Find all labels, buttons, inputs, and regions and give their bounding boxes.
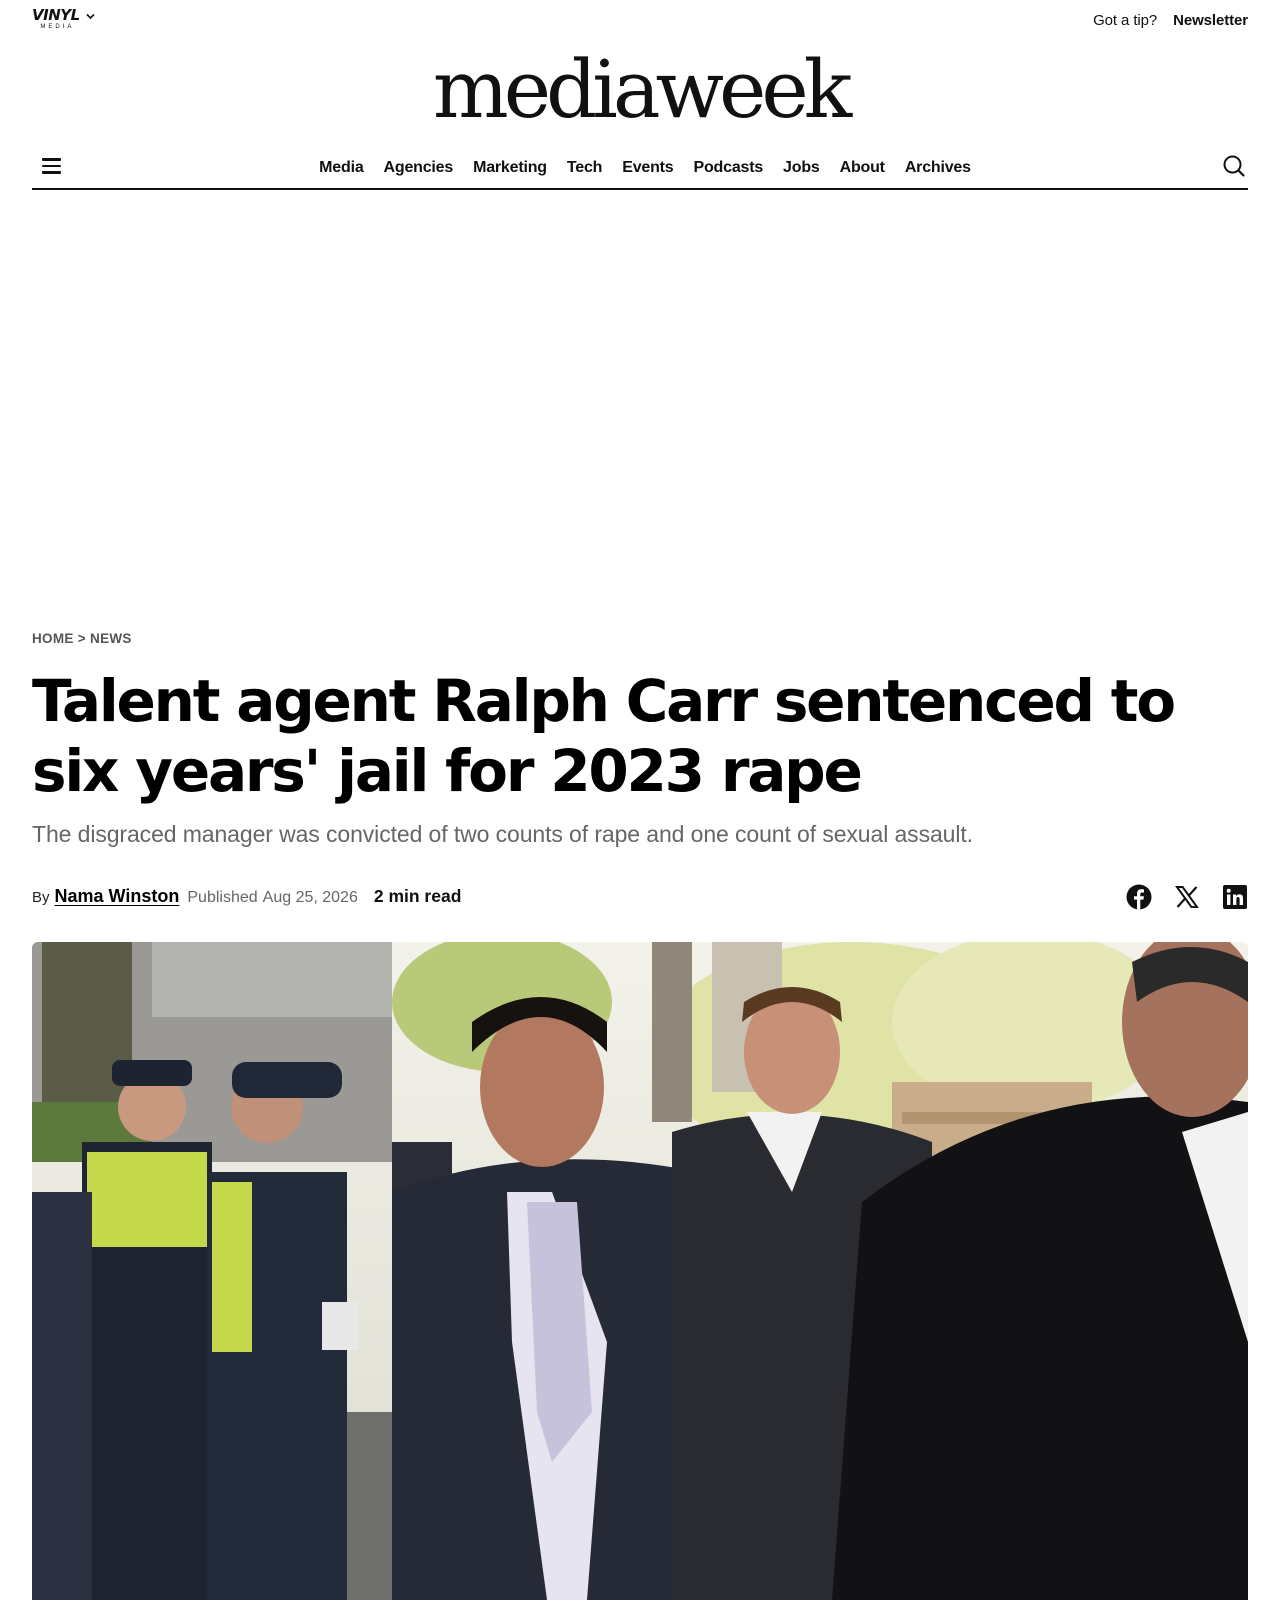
search-icon[interactable] [1222,154,1246,178]
byline-prefix: By [32,889,50,906]
article-byline: By Nama Winston Published Aug 25, 2026 2… [32,886,461,907]
advertisement-slot [32,192,1248,612]
breadcrumb: HOME > NEWS [32,631,132,646]
nav-item-events[interactable]: Events [622,159,673,177]
nav-item-tech[interactable]: Tech [567,159,603,177]
nav-item-marketing[interactable]: Marketing [473,159,547,177]
nav-items: Media Agencies Marketing Tech Events Pod… [32,159,1248,177]
breadcrumb-separator: > [77,631,86,646]
article-hero-image [32,942,1248,1600]
x-icon[interactable] [1174,884,1200,910]
main-navigation: Media Agencies Marketing Tech Events Pod… [32,150,1248,190]
linkedin-icon[interactable] [1222,884,1248,910]
vinyl-media-logo: VINYL MEDIA [32,6,80,31]
author-link[interactable]: Nama Winston [55,886,180,907]
nav-item-agencies[interactable]: Agencies [384,159,454,177]
hero-photo [32,942,1248,1600]
nav-item-podcasts[interactable]: Podcasts [694,159,764,177]
top-links: Got a tip? Newsletter [1093,12,1248,29]
site-masthead: mediaweek [0,50,1280,130]
nav-item-about[interactable]: About [840,159,885,177]
nav-item-media[interactable]: Media [319,159,364,177]
breadcrumb-news[interactable]: NEWS [90,631,132,646]
publish-date: Aug 25, 2026 [262,889,358,906]
network-brand-switcher[interactable]: VINYL MEDIA [32,8,95,30]
share-buttons [1126,884,1248,910]
published-label: Published [187,889,258,906]
facebook-icon[interactable] [1126,884,1152,910]
chevron-down-icon [86,12,95,22]
top-utility-bar: VINYL MEDIA Got a tip? Newsletter [32,0,1248,40]
article-headline: Talent agent Ralph Carr sentenced to six… [32,667,1176,805]
breadcrumb-home[interactable]: HOME [32,631,74,646]
vinyl-logo-word: VINYL [32,6,80,24]
read-time: 2 min read [373,886,462,906]
site-logo[interactable]: mediaweek [433,43,852,136]
vinyl-logo-sub: MEDIA [40,24,75,30]
nav-item-jobs[interactable]: Jobs [783,159,820,177]
got-a-tip-link[interactable]: Got a tip? [1093,12,1157,29]
newsletter-link[interactable]: Newsletter [1173,12,1248,29]
article-standfirst: The disgraced manager was convicted of t… [32,821,973,847]
nav-item-archives[interactable]: Archives [905,159,971,177]
